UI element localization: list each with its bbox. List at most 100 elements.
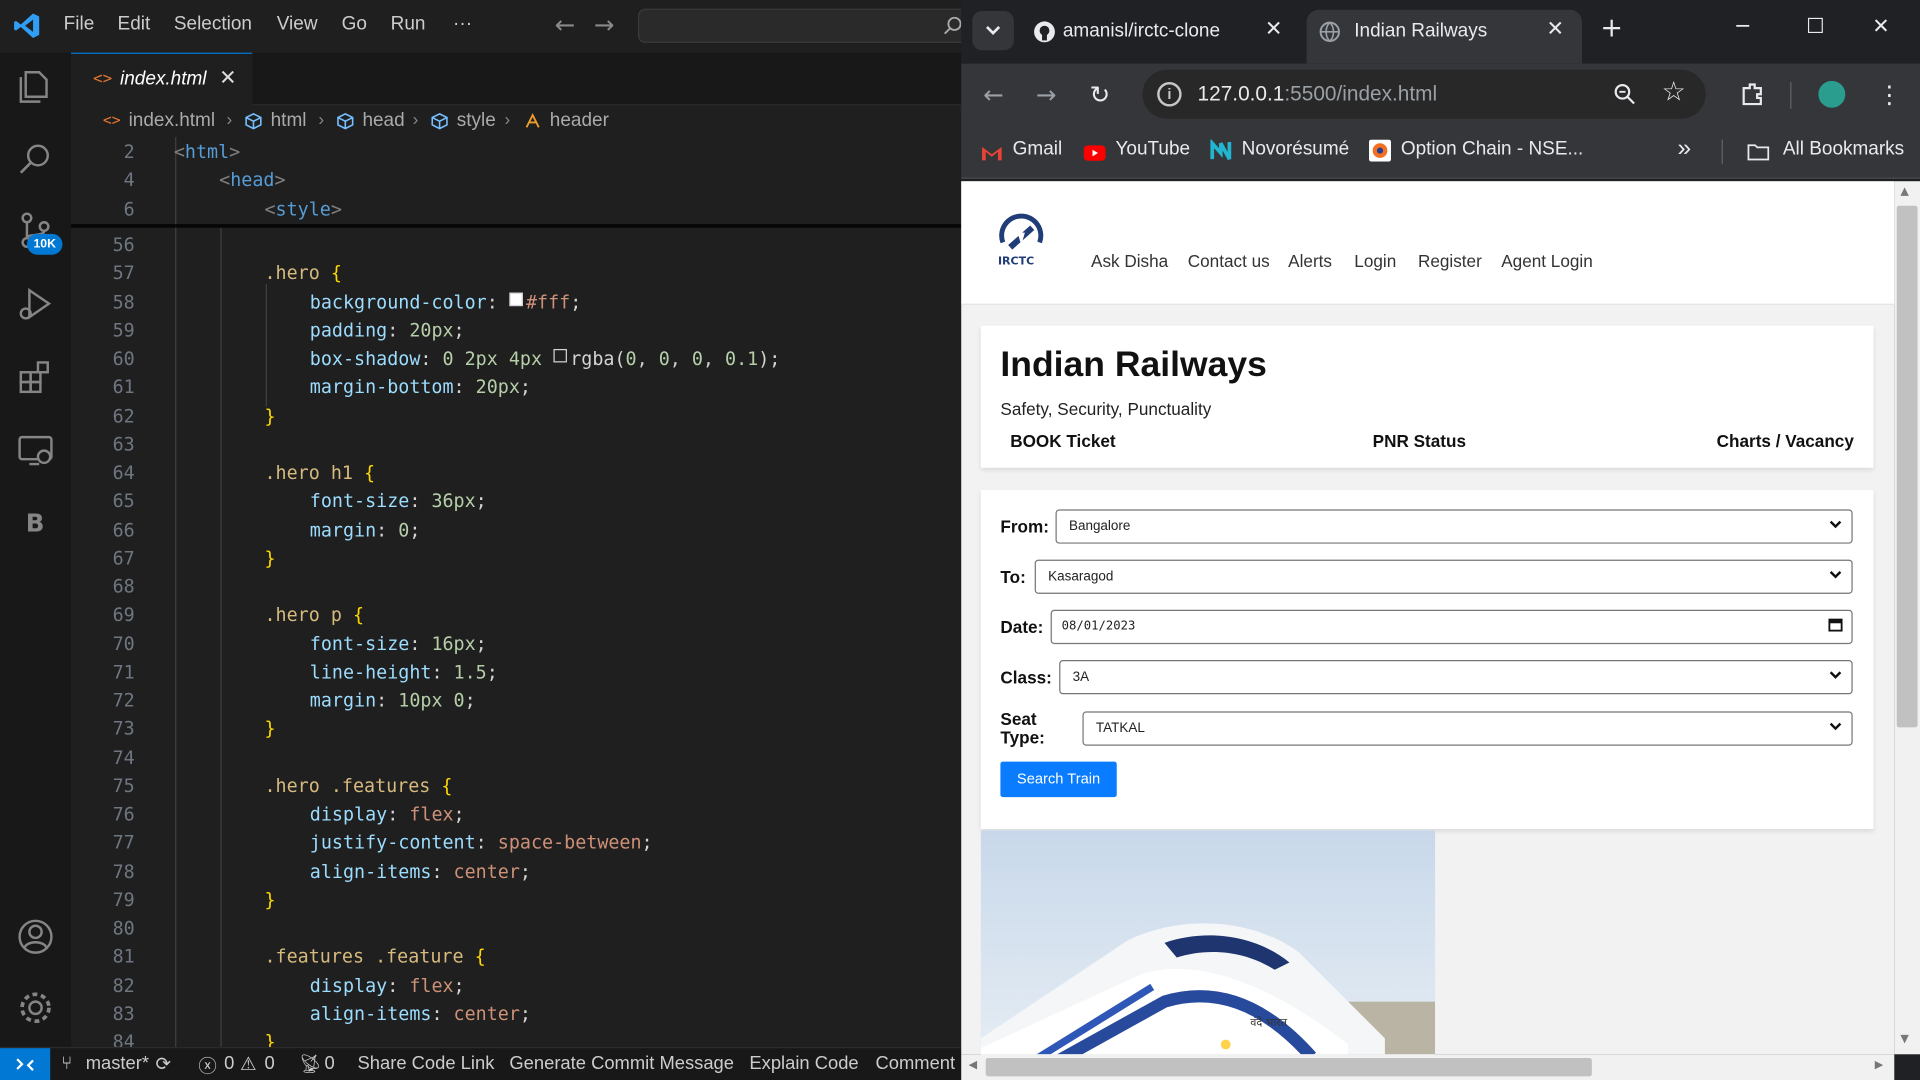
bookmark-novoresume[interactable]: Novorésumé (1242, 138, 1350, 160)
all-bookmarks[interactable]: All Bookmarks (1783, 138, 1904, 160)
vertical-scrollbar[interactable]: ▲ ▼ (1894, 181, 1920, 1055)
search-train-button[interactable]: Search Train (1000, 761, 1117, 798)
seat-type-select[interactable]: TATKAL (1082, 711, 1853, 746)
code-line[interactable]: 74 (71, 744, 961, 772)
code-line[interactable]: 57 .hero { (71, 260, 961, 288)
forward-arrow-icon[interactable]: → (594, 10, 615, 39)
scroll-thumb[interactable] (1896, 205, 1918, 728)
extensions-puzzle-icon[interactable] (1740, 81, 1764, 108)
code-line[interactable]: 73} (71, 715, 961, 743)
menu-edit[interactable]: Edit (118, 13, 151, 35)
tab-index-html[interactable]: <> index.html ✕ (71, 52, 253, 106)
scroll-right-icon[interactable]: ▶ (1875, 1059, 1883, 1071)
nav-ask-disha[interactable]: Ask Disha (1091, 251, 1168, 271)
close-icon[interactable]: ✕ (219, 66, 236, 90)
tab-github[interactable]: amanisl/irctc-clone ✕ (1022, 10, 1294, 54)
code-line[interactable]: 61 margin-bottom: 20px; (71, 374, 961, 402)
settings-gear-icon[interactable] (15, 987, 57, 1029)
remote-indicator[interactable] (0, 1048, 51, 1080)
scroll-up-icon[interactable]: ▲ (1900, 186, 1908, 198)
site-info-icon[interactable]: i (1157, 82, 1182, 107)
code-editor[interactable]: 2 <html> 4 <head> 6 <style> 56 57 .hero {58 backg… (71, 137, 962, 1053)
code-line[interactable]: 59 padding: 20px; (71, 317, 961, 345)
close-icon[interactable]: ✕ (1265, 17, 1282, 41)
code-line[interactable]: 67} (71, 545, 961, 573)
command-center-search[interactable] (637, 8, 981, 43)
breadcrumb-file[interactable]: index.html (129, 110, 216, 132)
class-select[interactable]: 3A (1059, 660, 1853, 695)
reload-icon[interactable]: ↻ (1090, 80, 1111, 109)
code-line[interactable]: 80 (71, 915, 961, 943)
code-line[interactable]: 72 margin: 10px 0; (71, 687, 961, 715)
address-bar[interactable]: i 127.0.0.1:5500/index.html ☆ (1142, 69, 1706, 119)
menu-file[interactable]: File (64, 13, 95, 35)
nav-agent-login[interactable]: Agent Login (1501, 251, 1593, 271)
code-line[interactable]: 79} (71, 886, 961, 914)
run-debug-icon[interactable] (15, 283, 57, 325)
more-bookmarks-icon[interactable]: » (1678, 135, 1692, 163)
code-line[interactable]: 56 (71, 231, 961, 259)
irctc-logo-icon[interactable]: IRCTC (993, 213, 1049, 269)
code-line[interactable]: 65 font-size: 36px; (71, 488, 961, 516)
to-select[interactable]: Kasaragod (1034, 559, 1853, 594)
code-line[interactable]: 69 .hero p { (71, 602, 961, 630)
calendar-icon[interactable] (1827, 616, 1844, 633)
menu-more[interactable]: ··· (453, 13, 472, 35)
extensions-icon[interactable] (15, 356, 57, 398)
new-tab-plus-icon[interactable]: + (1600, 13, 1623, 44)
code-line[interactable]: 81 .features .feature { (71, 943, 961, 971)
maximize-icon[interactable]: ☐ (1806, 15, 1825, 39)
nav-login[interactable]: Login (1354, 251, 1396, 271)
nav-alerts[interactable]: Alerts (1288, 251, 1332, 271)
forward-arrow-icon[interactable]: → (1036, 80, 1057, 109)
error-count[interactable]: 0 (224, 1053, 234, 1074)
code-line[interactable]: 66 margin: 0; (71, 516, 961, 544)
feature-pnr-status[interactable]: PNR Status (1373, 431, 1466, 451)
code-line[interactable]: 64 .hero h1 { (71, 459, 961, 487)
horizontal-scrollbar[interactable]: ◀ ▶ (961, 1054, 1895, 1080)
code-line[interactable]: 77 justify-content: space-between; (71, 829, 961, 857)
back-arrow-icon[interactable]: ← (983, 80, 1004, 109)
nav-contact-us[interactable]: Contact us (1188, 251, 1270, 271)
ports-count[interactable]: 0 (324, 1053, 334, 1074)
remote-explorer-icon[interactable] (15, 430, 57, 472)
code-line[interactable]: 75 .hero .features { (71, 772, 961, 800)
profile-avatar[interactable] (1818, 80, 1846, 108)
bookmark-star-icon[interactable]: ☆ (1662, 77, 1686, 108)
menu-selection[interactable]: Selection (174, 13, 252, 35)
breadcrumb-header[interactable]: header (550, 110, 609, 132)
code-line[interactable]: 78 align-items: center; (71, 858, 961, 886)
kebab-menu-icon[interactable]: ⋮ (1877, 80, 1901, 109)
share-code-link[interactable]: Share Code Link (358, 1053, 495, 1074)
tab-search-button[interactable] (972, 11, 1014, 51)
accounts-icon[interactable] (15, 916, 57, 958)
bookmark-gmail[interactable]: Gmail (1013, 138, 1063, 160)
sticky-scroll-line[interactable]: 4 <head> (71, 167, 961, 195)
tab-indian-railways[interactable]: Indian Railways ✕ (1306, 9, 1583, 64)
code-line[interactable]: 71 line-height: 1.5; (71, 658, 961, 686)
close-icon[interactable]: ✕ (1547, 17, 1564, 41)
code-line[interactable]: 60 box-shadow: 0 2px 4px rgba(0, 0, 0, 0.… (71, 345, 961, 373)
code-line[interactable]: 62} (71, 402, 961, 430)
code-line[interactable]: 70 font-size: 16px; (71, 630, 961, 658)
scroll-left-icon[interactable]: ◀ (969, 1059, 977, 1071)
bootstrap-extension-icon[interactable]: B (15, 501, 57, 543)
code-line[interactable]: 76 display: flex; (71, 801, 961, 829)
search-icon[interactable] (15, 138, 57, 180)
breadcrumb-html[interactable]: html (271, 110, 307, 132)
sticky-scroll-line[interactable]: 2 <html> (71, 138, 961, 166)
menu-run[interactable]: Run (391, 13, 426, 35)
bookmark-youtube[interactable]: YouTube (1116, 138, 1191, 160)
back-arrow-icon[interactable]: ← (555, 10, 576, 39)
explorer-icon[interactable] (15, 65, 57, 107)
git-branch[interactable]: master* (86, 1053, 149, 1074)
nav-register[interactable]: Register (1418, 251, 1482, 271)
minimize-icon[interactable]: ─ (1736, 15, 1749, 39)
explain-code[interactable]: Explain Code (749, 1053, 858, 1074)
comment-code[interactable]: Comment (876, 1053, 956, 1074)
zoom-icon[interactable] (1614, 83, 1636, 105)
menu-view[interactable]: View (277, 13, 318, 35)
bookmark-option-chain[interactable]: Option Chain - NSE... (1401, 138, 1584, 160)
warning-count[interactable]: 0 (264, 1053, 274, 1074)
code-line[interactable]: 63 (71, 431, 961, 459)
